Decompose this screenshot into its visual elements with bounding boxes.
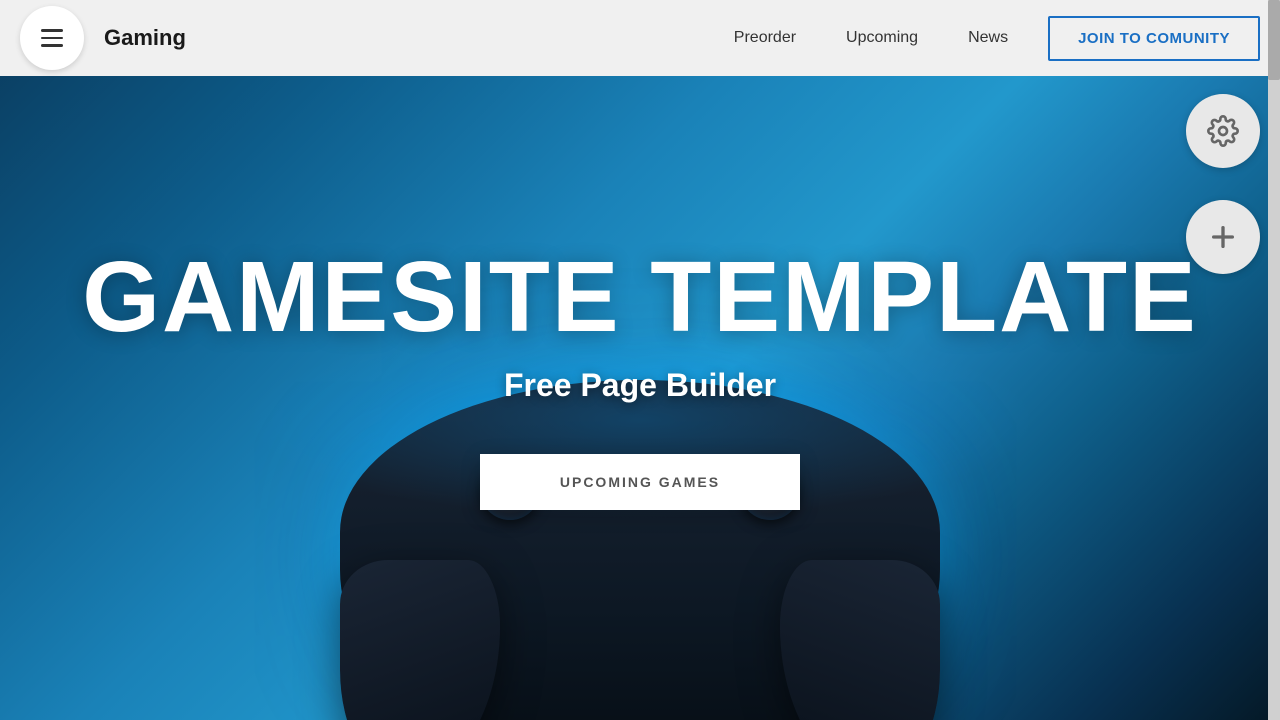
settings-fab-button[interactable] <box>1186 94 1260 168</box>
nav-news[interactable]: News <box>948 19 1028 57</box>
menu-button[interactable] <box>20 6 84 70</box>
brand-title: Gaming <box>104 25 186 51</box>
hero-title: GAMESITE TEMPLATE <box>82 247 1198 347</box>
hero-content: GAMESITE TEMPLATE Free Page Builder UPCO… <box>0 76 1280 720</box>
hero-subtitle: Free Page Builder <box>504 367 776 404</box>
join-community-button[interactable]: JOIN TO COMUNITY <box>1048 16 1260 61</box>
nav-preorder[interactable]: Preorder <box>714 19 816 57</box>
gear-icon <box>1207 115 1239 147</box>
main-nav: Preorder Upcoming News JOIN TO COMUNITY <box>714 16 1260 61</box>
scrollbar[interactable] <box>1268 0 1280 720</box>
nav-upcoming[interactable]: Upcoming <box>826 19 938 57</box>
menu-icon-line2 <box>41 37 63 40</box>
upcoming-games-button[interactable]: UPCOMING GAMES <box>480 454 800 510</box>
header: Gaming Preorder Upcoming News JOIN TO CO… <box>0 0 1280 76</box>
add-fab-button[interactable] <box>1186 200 1260 274</box>
menu-icon-line1 <box>41 29 63 32</box>
menu-icon-line3 <box>41 44 63 47</box>
scrollbar-thumb[interactable] <box>1268 0 1280 80</box>
hero-section: GAMESITE TEMPLATE Free Page Builder UPCO… <box>0 0 1280 720</box>
plus-icon <box>1207 221 1239 253</box>
